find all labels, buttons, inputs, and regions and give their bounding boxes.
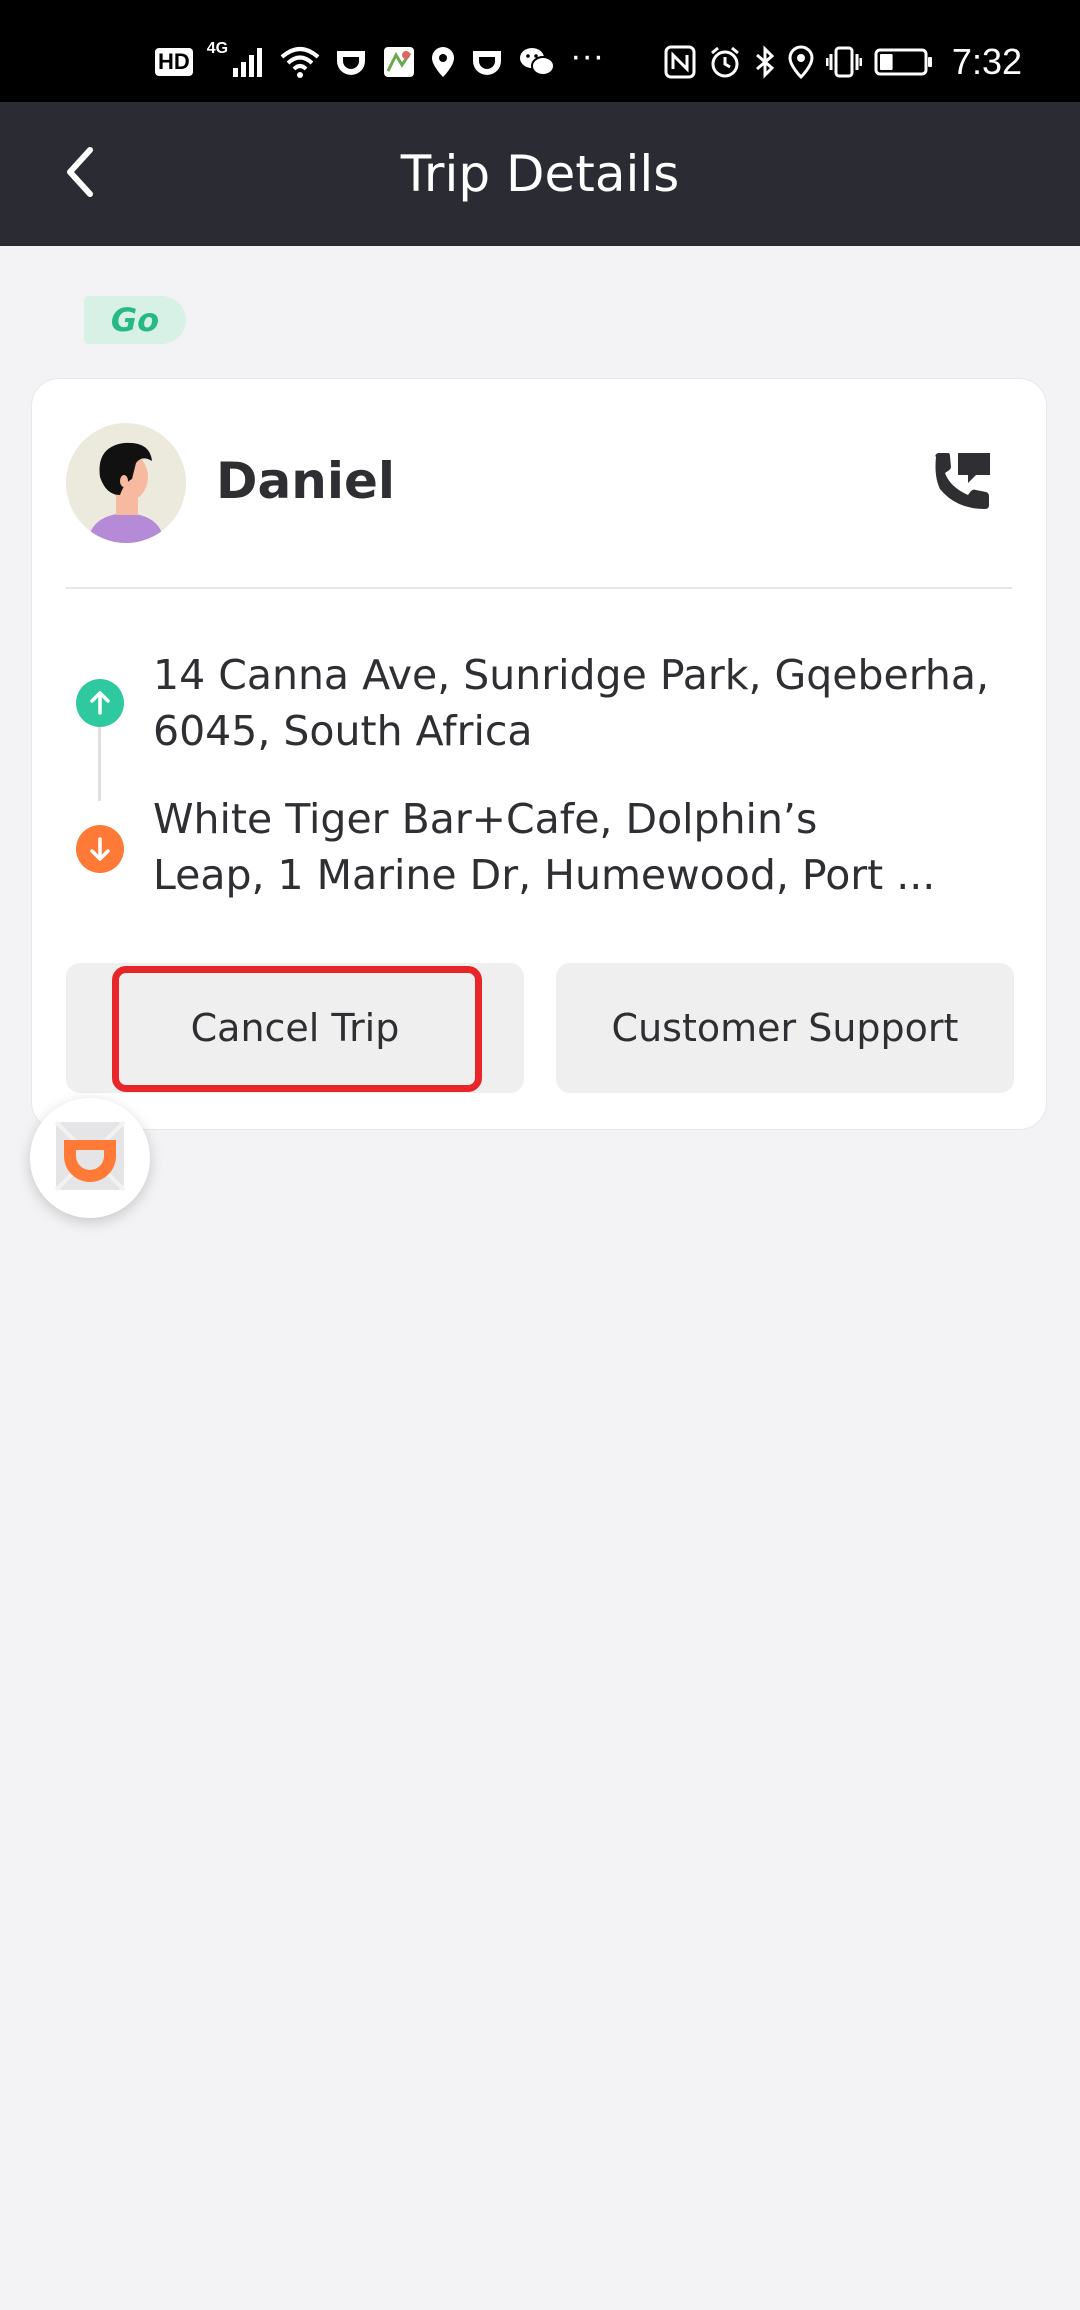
customer-support-button[interactable]: Customer Support xyxy=(556,963,1014,1093)
call-driver-button[interactable] xyxy=(926,447,998,519)
didi-notification-icon xyxy=(470,42,504,82)
status-left-icons: HD 4G ··· xyxy=(155,37,605,86)
card-divider xyxy=(66,587,1012,589)
alarm-icon xyxy=(708,42,742,82)
didi-logo-icon xyxy=(52,1118,128,1198)
battery-icon xyxy=(874,42,934,82)
driver-avatar xyxy=(66,423,186,543)
bluetooth-icon xyxy=(754,42,776,82)
app-bar: Trip Details xyxy=(0,102,1080,246)
wifi-icon xyxy=(280,42,320,82)
driver-name: Daniel xyxy=(216,452,396,510)
pickup-marker-icon xyxy=(76,679,124,727)
didi-notification-icon xyxy=(334,42,368,82)
status-bar: HD 4G ··· 7:32 xyxy=(0,0,1080,102)
dropoff-address-line2: Leap, 1 Marine Dr, Humewood, Port ... xyxy=(153,851,936,899)
dropoff-address: White Tiger Bar+Cafe, Dolphin’s Leap, 1 … xyxy=(153,791,1033,903)
signal-icon xyxy=(232,42,266,82)
cancel-trip-button[interactable]: Cancel Trip xyxy=(66,963,524,1093)
location-icon xyxy=(430,42,456,82)
service-type-badge: Go xyxy=(84,296,186,344)
trip-card: Daniel 14 Canna Ave, Sunridge Park, Gqeb… xyxy=(31,378,1047,1130)
floating-didi-button[interactable] xyxy=(30,1098,150,1218)
hd-badge: HD xyxy=(155,48,193,76)
nfc-icon xyxy=(664,42,696,82)
network-type-label: 4G xyxy=(206,40,229,57)
phone-message-icon xyxy=(930,449,994,517)
vibrate-icon xyxy=(825,42,862,82)
clock-time: 7:32 xyxy=(951,41,1022,82)
wechat-icon xyxy=(518,42,556,82)
status-right-icons: 7:32 xyxy=(664,38,1022,86)
dropoff-address-line1: White Tiger Bar+Cafe, Dolphin’s xyxy=(153,795,818,843)
more-notifications-indicator: ··· xyxy=(570,37,605,75)
maps-icon xyxy=(382,42,416,82)
pickup-address: 14 Canna Ave, Sunridge Park, Gqeberha, 6… xyxy=(153,651,990,755)
location-icon xyxy=(788,42,814,82)
dropoff-marker-icon xyxy=(76,825,124,873)
page-title: Trip Details xyxy=(400,145,680,203)
